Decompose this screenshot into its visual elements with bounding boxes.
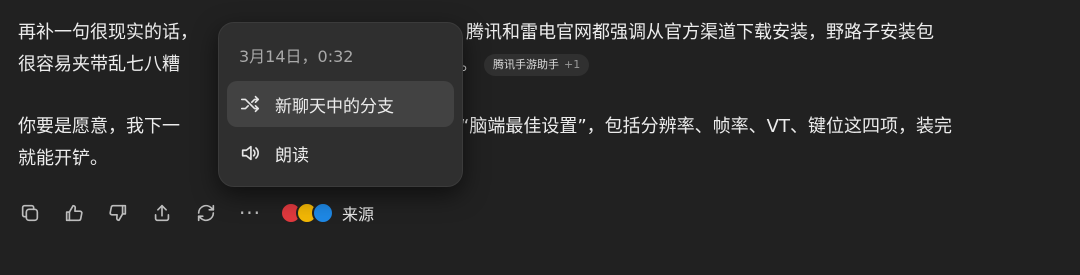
citation-label: 腾讯手游助手 bbox=[493, 58, 559, 71]
speaker-icon bbox=[241, 145, 259, 161]
branch-icon bbox=[240, 95, 260, 113]
source-favicon-icon bbox=[312, 202, 334, 224]
bad-response-button[interactable] bbox=[106, 201, 130, 225]
thumbs-up-icon bbox=[65, 204, 83, 222]
read-aloud-menu-item[interactable]: 朗读 bbox=[227, 130, 454, 176]
good-response-button[interactable] bbox=[62, 201, 86, 225]
message-context-menu: 3月14日，0:32 新聊天中的分支 朗读 bbox=[218, 22, 463, 187]
citation-more-count: +1 bbox=[564, 58, 581, 71]
copy-button[interactable] bbox=[18, 201, 42, 225]
message-timestamp: 3月14日，0:32 bbox=[239, 47, 354, 66]
regenerate-icon bbox=[197, 204, 215, 222]
citation-chip[interactable]: 腾讯手游助手 +1 bbox=[484, 54, 590, 76]
share-button[interactable] bbox=[150, 201, 174, 225]
message-paragraph-2: 你要是愿意，我下一 “脑端最佳设置”，包括分辨率、帧率、VT、键位这四项，装完 就… bbox=[18, 116, 952, 169]
share-icon bbox=[154, 204, 170, 222]
thumbs-down-icon bbox=[109, 204, 127, 222]
more-button[interactable]: ··· bbox=[238, 201, 262, 225]
regenerate-button[interactable] bbox=[194, 201, 218, 225]
message-action-bar: ··· 来源 bbox=[18, 198, 374, 228]
more-icon: ··· bbox=[238, 201, 262, 225]
copy-icon bbox=[21, 204, 39, 222]
menu-item-label: 朗读 bbox=[275, 145, 309, 166]
branch-in-new-chat-menu-item[interactable]: 新聊天中的分支 bbox=[227, 81, 454, 127]
menu-item-label: 新聊天中的分支 bbox=[275, 96, 394, 117]
sources-label: 来源 bbox=[342, 205, 375, 224]
message-paragraph-1: 再补一句很现实的话， 下。腾讯和雷电官网都强调从官方渠道下载安装，野路子安装包 很… bbox=[18, 22, 934, 76]
sources-button[interactable]: 来源 bbox=[280, 201, 374, 225]
